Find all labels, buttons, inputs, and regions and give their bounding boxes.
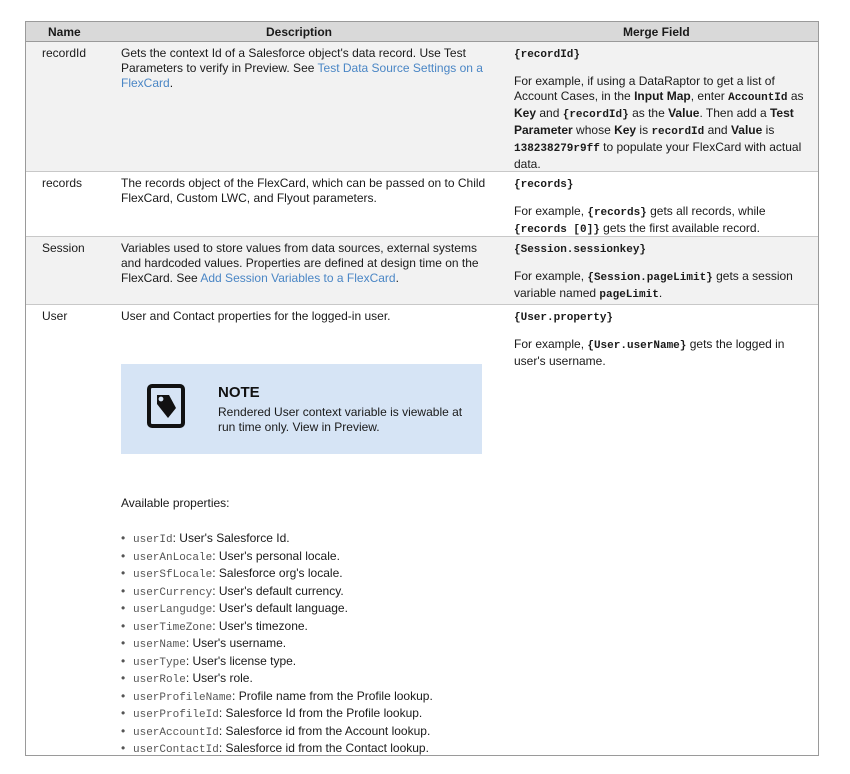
property-desc: : Profile name from the Profile lookup. (232, 688, 433, 703)
property-desc: : Salesforce id from the Account lookup. (218, 723, 431, 738)
property-key: userRole (133, 674, 186, 686)
property-item: • userContactId: Salesforce id from the C… (121, 740, 433, 758)
property-desc: : Salesforce org's locale. (212, 566, 343, 580)
property-key: userType (133, 656, 186, 669)
property-item: • userType: User's license type. (121, 653, 433, 671)
merge-example: For example, {records} gets all records,… (514, 204, 766, 236)
property-desc: : User's timezone. (212, 618, 308, 633)
property-item: • userProfileName: Profile name from the … (121, 688, 433, 706)
property-desc: : User's default currency. (212, 583, 344, 598)
bullet-icon: • (121, 548, 126, 563)
merge-example: For example, {User.userName} gets the lo… (514, 337, 785, 368)
property-key: userContactId (133, 744, 219, 756)
session-variables-link[interactable]: Add Session Variables to a FlexCard (200, 271, 395, 285)
bullet-icon: • (121, 531, 126, 545)
table-row-session: Session Variables used to store values f… (26, 236, 818, 304)
bullet-icon: • (121, 653, 126, 668)
note-text: Rendered User context variable is viewab… (218, 405, 463, 434)
row-description: Variables used to store values from data… (121, 241, 493, 286)
property-desc: : User's username. (185, 636, 287, 650)
header-description: Description (266, 25, 333, 39)
table-row-records: records The records object of the FlexCa… (26, 171, 818, 236)
row-name: User (42, 309, 68, 323)
property-key: userName (133, 639, 186, 651)
merge-code: {User.property} (514, 312, 614, 324)
property-item: • userCurrency: User's default currency. (121, 583, 433, 601)
table-row-recordid: recordId Gets the context Id of a Salesf… (26, 42, 818, 171)
property-key: userSfLocale (133, 569, 213, 581)
merge-example: For example, if using a DataRaptor to ge… (514, 74, 804, 171)
merge-code: {records} (514, 179, 574, 191)
bullet-icon: • (121, 618, 126, 633)
row-description: The records object of the FlexCard, whic… (121, 176, 486, 205)
note-title: NOTE (218, 384, 260, 401)
property-item: • userTimeZone: User's timezone. (121, 618, 433, 636)
property-item: • userName: User's username. (121, 635, 433, 653)
property-key: userProfileName (133, 691, 233, 704)
property-key: userCurrency (133, 586, 213, 599)
property-desc: : User's license type. (185, 653, 297, 668)
property-desc: : User's default language. (212, 601, 348, 615)
row-name: Session (42, 241, 85, 255)
property-key: userProfileId (133, 709, 219, 721)
property-key: userAccountId (133, 726, 219, 739)
row-merge-field: {records} For example, {records} gets al… (514, 176, 804, 238)
property-desc: : User's Salesforce Id. (172, 531, 290, 545)
property-key: userAnLocale (133, 551, 213, 564)
property-item: • userSfLocale: Salesforce org's locale. (121, 565, 433, 583)
note-tag-icon (147, 384, 185, 428)
merge-fields-table: Name Description Merge Field recordId Ge… (25, 21, 819, 756)
property-desc: : User's role. (185, 671, 253, 685)
row-name: records (42, 176, 83, 190)
property-desc: : User's personal locale. (212, 548, 340, 563)
bullet-icon: • (121, 601, 126, 615)
header-name: Name (48, 25, 81, 39)
merge-example: For example, {Session.pageLimit} gets a … (514, 269, 793, 301)
row-merge-field: {User.property} For example, {User.userN… (514, 309, 804, 369)
merge-code: {recordId} (514, 49, 581, 61)
bullet-icon: • (121, 566, 126, 580)
note-callout: NOTE Rendered User context variable is v… (121, 364, 482, 454)
row-description: User and Contact properties for the logg… (121, 309, 391, 323)
property-key: userId (133, 534, 173, 546)
property-key: userTimeZone (133, 621, 213, 634)
property-desc: : Salesforce Id from the Profile lookup. (218, 706, 423, 720)
available-properties-label: Available properties: (121, 496, 230, 510)
properties-list: • userId: User's Salesforce Id. • userAnLoc… (121, 530, 433, 758)
property-item: • userId: User's Salesforce Id. (121, 530, 433, 548)
bullet-icon: • (121, 723, 126, 738)
bullet-icon: • (121, 688, 126, 703)
description-text: . (395, 271, 399, 285)
bullet-icon: • (121, 671, 126, 685)
bullet-icon: • (121, 741, 126, 755)
row-merge-field: {Session.sessionkey} For example, {Sessi… (514, 241, 804, 303)
property-item: • userAccountId: Salesforce id from the A… (121, 723, 433, 741)
property-item: • userProfileId: Salesforce Id from the P… (121, 705, 433, 723)
row-name: recordId (42, 46, 87, 60)
merge-code: {Session.sessionkey} (514, 244, 647, 256)
row-merge-field: {recordId} For example, if using a DataR… (514, 46, 804, 172)
property-item: • userRole: User's role. (121, 670, 433, 688)
property-desc: : Salesforce id from the Contact lookup. (218, 741, 429, 755)
row-description: Gets the context Id of a Salesforce obje… (121, 46, 493, 91)
property-item: • userLangudge: User's default language. (121, 600, 433, 618)
bullet-icon: • (121, 583, 126, 598)
bullet-icon: • (121, 636, 126, 650)
bullet-icon: • (121, 706, 126, 720)
property-item: • userAnLocale: User's personal locale. (121, 548, 433, 566)
description-text: . (169, 76, 174, 90)
header-merge-field: Merge Field (623, 25, 690, 39)
table-header: Name Description Merge Field (26, 22, 818, 42)
property-key: userLangudge (133, 604, 213, 616)
